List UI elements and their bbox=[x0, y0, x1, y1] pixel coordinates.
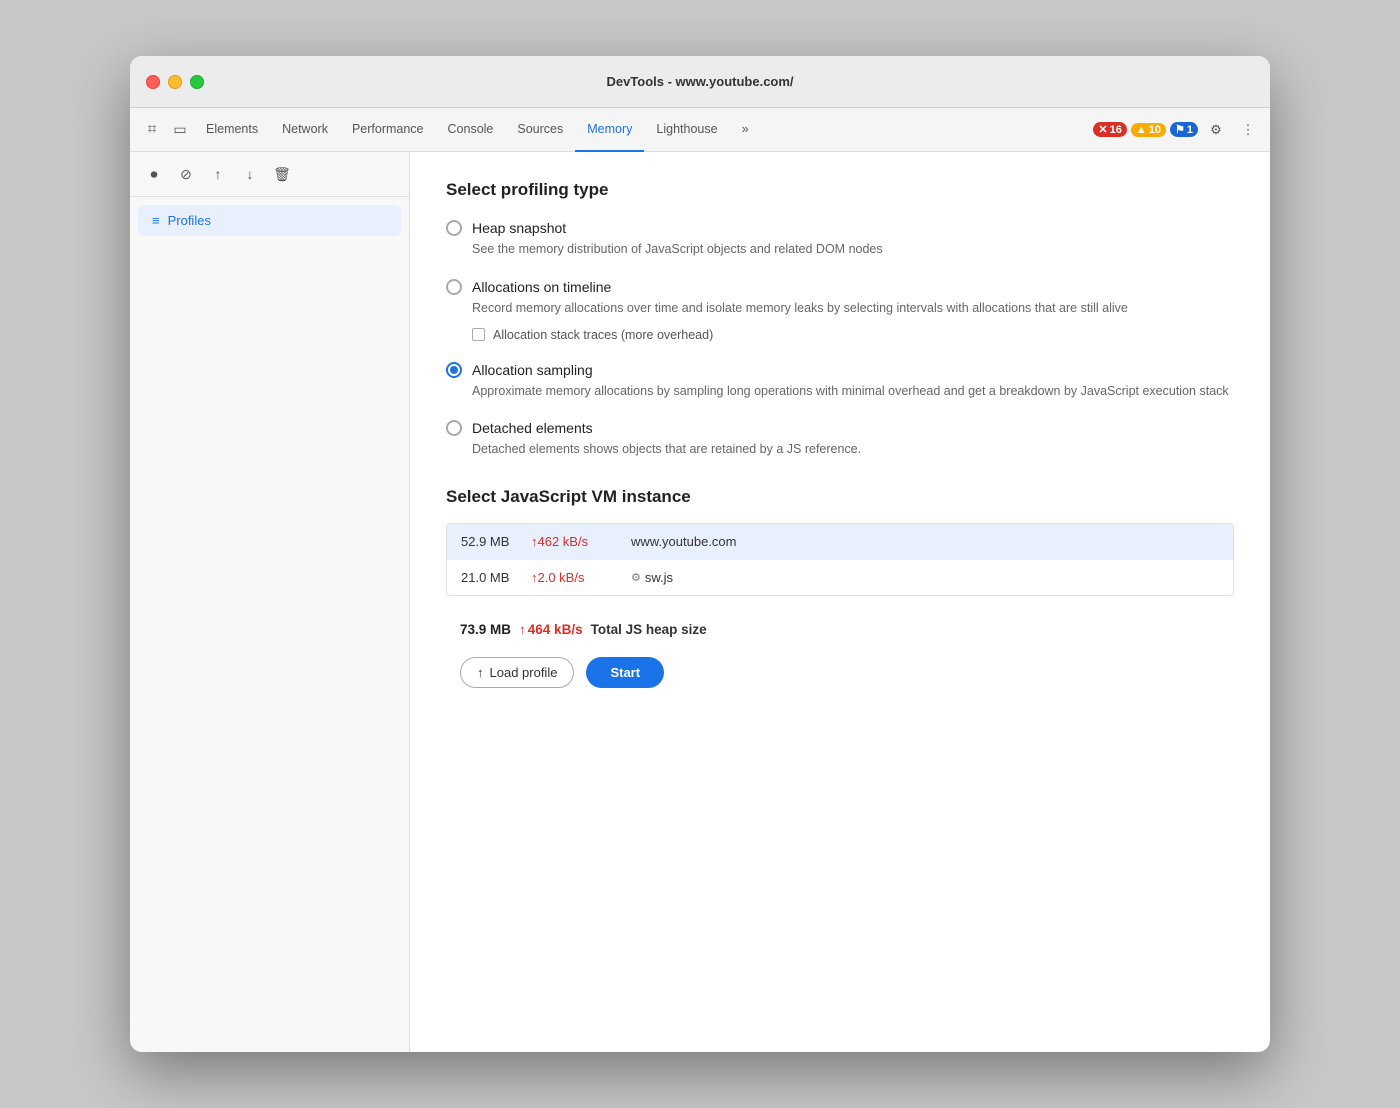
device-toggle-icon[interactable]: ▭ bbox=[166, 116, 194, 144]
titlebar: DevTools - www.youtube.com/ bbox=[130, 56, 1270, 108]
main-content: Select profiling type Heap snapshot See … bbox=[410, 152, 1270, 1052]
devtools-window: DevTools - www.youtube.com/ ⌗ ▭ Elements… bbox=[130, 56, 1270, 1052]
vm-sw-size: 21.0 MB bbox=[461, 570, 531, 585]
profiling-type-title: Select profiling type bbox=[446, 180, 1234, 200]
tab-network[interactable]: Network bbox=[270, 108, 340, 152]
heap-summary: 73.9 MB ↑ 464 kB/s Total JS heap size bbox=[446, 612, 1234, 647]
load-profile-label: Load profile bbox=[490, 665, 558, 680]
service-worker-icon: ⚙ bbox=[631, 571, 641, 584]
detached-elements-desc: Detached elements shows objects that are… bbox=[472, 440, 1234, 459]
upload-button[interactable]: ↑ bbox=[204, 160, 232, 188]
option-heap-header: Heap snapshot bbox=[446, 220, 1234, 236]
upload-icon: ↑ bbox=[477, 665, 484, 680]
devtools-body: ⏺ ⊘ ↑ ↓ 🗑 ≡ Profiles Select profiling ty… bbox=[130, 152, 1270, 1052]
info-count: 1 bbox=[1187, 124, 1193, 136]
heap-rate-arrow: ↑ bbox=[519, 622, 526, 637]
start-button[interactable]: Start bbox=[586, 657, 664, 688]
allocations-timeline-label: Allocations on timeline bbox=[472, 279, 611, 295]
load-profile-button[interactable]: ↑ Load profile bbox=[460, 657, 574, 688]
vm-youtube-name: www.youtube.com bbox=[631, 534, 737, 549]
inspect-element-icon[interactable]: ⌗ bbox=[138, 116, 166, 144]
allocation-stack-traces-label: Allocation stack traces (more overhead) bbox=[493, 328, 713, 342]
allocation-sampling-label: Allocation sampling bbox=[472, 362, 593, 378]
download-button[interactable]: ↓ bbox=[236, 160, 264, 188]
allocation-sampling-desc: Approximate memory allocations by sampli… bbox=[472, 382, 1234, 401]
tab-bar: Elements Network Performance Console Sou… bbox=[194, 108, 1093, 152]
toolbar-icons: ✕ 16 ▲ 10 ⚑ 1 ⚙ ⋮ bbox=[1093, 116, 1262, 144]
vm-table: 52.9 MB ↑462 kB/s www.youtube.com 21.0 M… bbox=[446, 523, 1234, 596]
tab-sources[interactable]: Sources bbox=[505, 108, 575, 152]
tab-performance[interactable]: Performance bbox=[340, 108, 436, 152]
info-badge[interactable]: ⚑ 1 bbox=[1170, 122, 1198, 137]
warn-count: 10 bbox=[1149, 124, 1161, 136]
error-x-icon: ✕ bbox=[1098, 123, 1107, 136]
allocation-stack-traces-checkbox[interactable] bbox=[472, 328, 485, 341]
vm-youtube-rate: ↑462 kB/s bbox=[531, 534, 631, 549]
more-tabs-button[interactable]: » bbox=[730, 108, 761, 152]
sidebar-controls: ⏺ ⊘ ↑ ↓ 🗑 bbox=[130, 152, 409, 197]
option-detached-header: Detached elements bbox=[446, 420, 1234, 436]
footer-actions: ↑ Load profile Start bbox=[446, 647, 1234, 698]
profiles-label: Profiles bbox=[168, 213, 211, 228]
tab-console[interactable]: Console bbox=[436, 108, 506, 152]
allocations-timeline-desc: Record memory allocations over time and … bbox=[472, 299, 1234, 318]
minimize-button[interactable] bbox=[168, 75, 182, 89]
heap-total-rate: ↑ 464 kB/s bbox=[519, 622, 583, 637]
allocation-stack-traces-row: Allocation stack traces (more overhead) bbox=[472, 328, 1234, 342]
vm-sw-rate: ↑2.0 kB/s bbox=[531, 570, 631, 585]
detached-elements-label: Detached elements bbox=[472, 420, 593, 436]
error-count: 16 bbox=[1110, 124, 1122, 136]
heap-snapshot-desc: See the memory distribution of JavaScrip… bbox=[472, 240, 1234, 259]
option-detached-elements: Detached elements Detached elements show… bbox=[446, 420, 1234, 459]
radio-allocations-timeline[interactable] bbox=[446, 279, 462, 295]
vm-row-youtube[interactable]: 52.9 MB ↑462 kB/s www.youtube.com bbox=[447, 524, 1233, 560]
clear-button[interactable]: ⊘ bbox=[172, 160, 200, 188]
collect-garbage-icon[interactable]: 🗑 bbox=[268, 160, 296, 188]
option-allocations-header: Allocations on timeline bbox=[446, 279, 1234, 295]
window-title: DevTools - www.youtube.com/ bbox=[606, 74, 793, 89]
heap-total-label: Total JS heap size bbox=[591, 622, 707, 637]
heap-total-size: 73.9 MB bbox=[460, 622, 511, 637]
close-button[interactable] bbox=[146, 75, 160, 89]
warn-badge[interactable]: ▲ 10 bbox=[1131, 123, 1166, 137]
sidebar: ⏺ ⊘ ↑ ↓ 🗑 ≡ Profiles bbox=[130, 152, 410, 1052]
option-allocations-timeline: Allocations on timeline Record memory al… bbox=[446, 279, 1234, 342]
settings-icon[interactable]: ⚙ bbox=[1202, 116, 1230, 144]
option-heap-snapshot: Heap snapshot See the memory distributio… bbox=[446, 220, 1234, 259]
info-flag-icon: ⚑ bbox=[1175, 123, 1185, 136]
tab-elements[interactable]: Elements bbox=[194, 108, 270, 152]
devtools-toolbar: ⌗ ▭ Elements Network Performance Console… bbox=[130, 108, 1270, 152]
profiles-icon: ≡ bbox=[152, 213, 160, 228]
heap-snapshot-label: Heap snapshot bbox=[472, 220, 566, 236]
radio-heap-snapshot[interactable] bbox=[446, 220, 462, 236]
tab-memory[interactable]: Memory bbox=[575, 108, 644, 152]
traffic-lights bbox=[146, 75, 204, 89]
record-button[interactable]: ⏺ bbox=[140, 160, 168, 188]
vm-row-sw[interactable]: 21.0 MB ↑2.0 kB/s ⚙ sw.js bbox=[447, 560, 1233, 595]
sidebar-item-profiles[interactable]: ≡ Profiles bbox=[138, 205, 401, 236]
warn-triangle-icon: ▲ bbox=[1136, 124, 1147, 136]
vm-section-title: Select JavaScript VM instance bbox=[446, 487, 1234, 507]
vm-sw-name: sw.js bbox=[645, 570, 673, 585]
radio-allocation-sampling[interactable] bbox=[446, 362, 462, 378]
radio-detached-elements[interactable] bbox=[446, 420, 462, 436]
tab-lighthouse[interactable]: Lighthouse bbox=[644, 108, 729, 152]
error-badge[interactable]: ✕ 16 bbox=[1093, 122, 1126, 137]
maximize-button[interactable] bbox=[190, 75, 204, 89]
option-allocation-sampling: Allocation sampling Approximate memory a… bbox=[446, 362, 1234, 401]
option-sampling-header: Allocation sampling bbox=[446, 362, 1234, 378]
heap-rate-value: 464 kB/s bbox=[528, 622, 583, 637]
vm-youtube-size: 52.9 MB bbox=[461, 534, 531, 549]
more-options-icon[interactable]: ⋮ bbox=[1234, 116, 1262, 144]
